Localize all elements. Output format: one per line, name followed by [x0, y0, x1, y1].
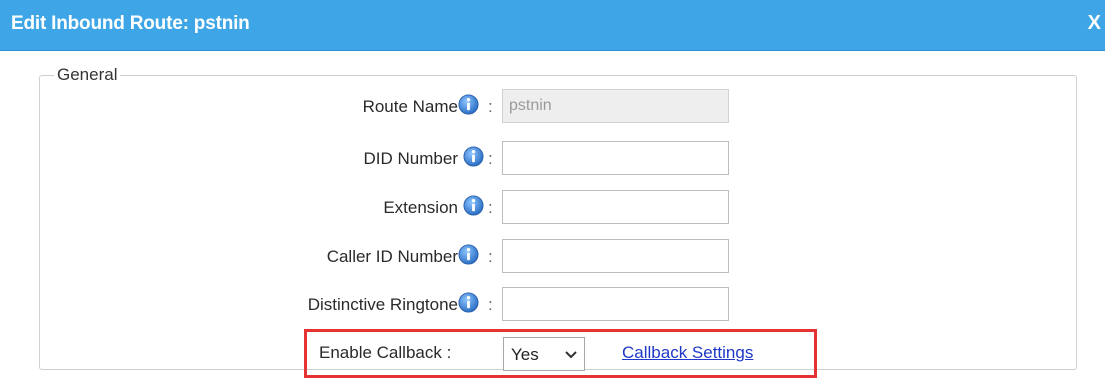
- callback-settings-link[interactable]: Callback Settings: [622, 343, 753, 363]
- route-name-colon: :: [488, 97, 493, 116]
- edit-inbound-route-dialog: Edit Inbound Route: pstnin X General Rou…: [0, 0, 1105, 383]
- enable-callback-label: Enable Callback :: [319, 343, 452, 362]
- chevron-down-icon: [565, 351, 577, 359]
- info-icon[interactable]: [458, 244, 479, 265]
- distinctive-ringtone-label: Distinctive Ringtone: [307, 295, 458, 314]
- extension-row: Extension :: [0, 190, 1105, 226]
- general-legend: General: [57, 65, 118, 84]
- caller-id-label: Caller ID Number: [326, 247, 458, 266]
- caller-id-colon: :: [488, 247, 493, 266]
- did-number-row: DID Number :: [0, 141, 1105, 177]
- distinctive-ringtone-row: Distinctive Ringtone :: [0, 287, 1105, 323]
- distinctive-ringtone-input[interactable]: [502, 287, 729, 321]
- dialog-titlebar: Edit Inbound Route: pstnin X: [0, 0, 1105, 51]
- caller-id-row: Caller ID Number :: [0, 239, 1105, 275]
- info-icon[interactable]: [463, 146, 484, 167]
- info-icon[interactable]: [463, 195, 484, 216]
- extension-label: Extension: [383, 198, 458, 217]
- did-number-input[interactable]: [502, 141, 729, 175]
- dialog-title: Edit Inbound Route: pstnin: [11, 13, 250, 34]
- did-number-colon: :: [488, 149, 493, 168]
- caller-id-input[interactable]: [502, 239, 729, 273]
- extension-input[interactable]: [502, 190, 729, 224]
- close-button[interactable]: X: [1088, 12, 1101, 34]
- distinctive-ringtone-colon: :: [488, 295, 493, 314]
- route-name-label: Route Name: [362, 97, 458, 116]
- route-name-input[interactable]: [502, 89, 729, 123]
- route-name-row: Route Name :: [0, 89, 1105, 125]
- enable-callback-value: Yes: [511, 345, 539, 364]
- info-icon[interactable]: [458, 292, 479, 313]
- enable-callback-select[interactable]: Yes: [503, 337, 585, 371]
- info-icon[interactable]: [458, 94, 479, 115]
- did-number-label: DID Number: [363, 149, 458, 168]
- extension-colon: :: [488, 198, 493, 217]
